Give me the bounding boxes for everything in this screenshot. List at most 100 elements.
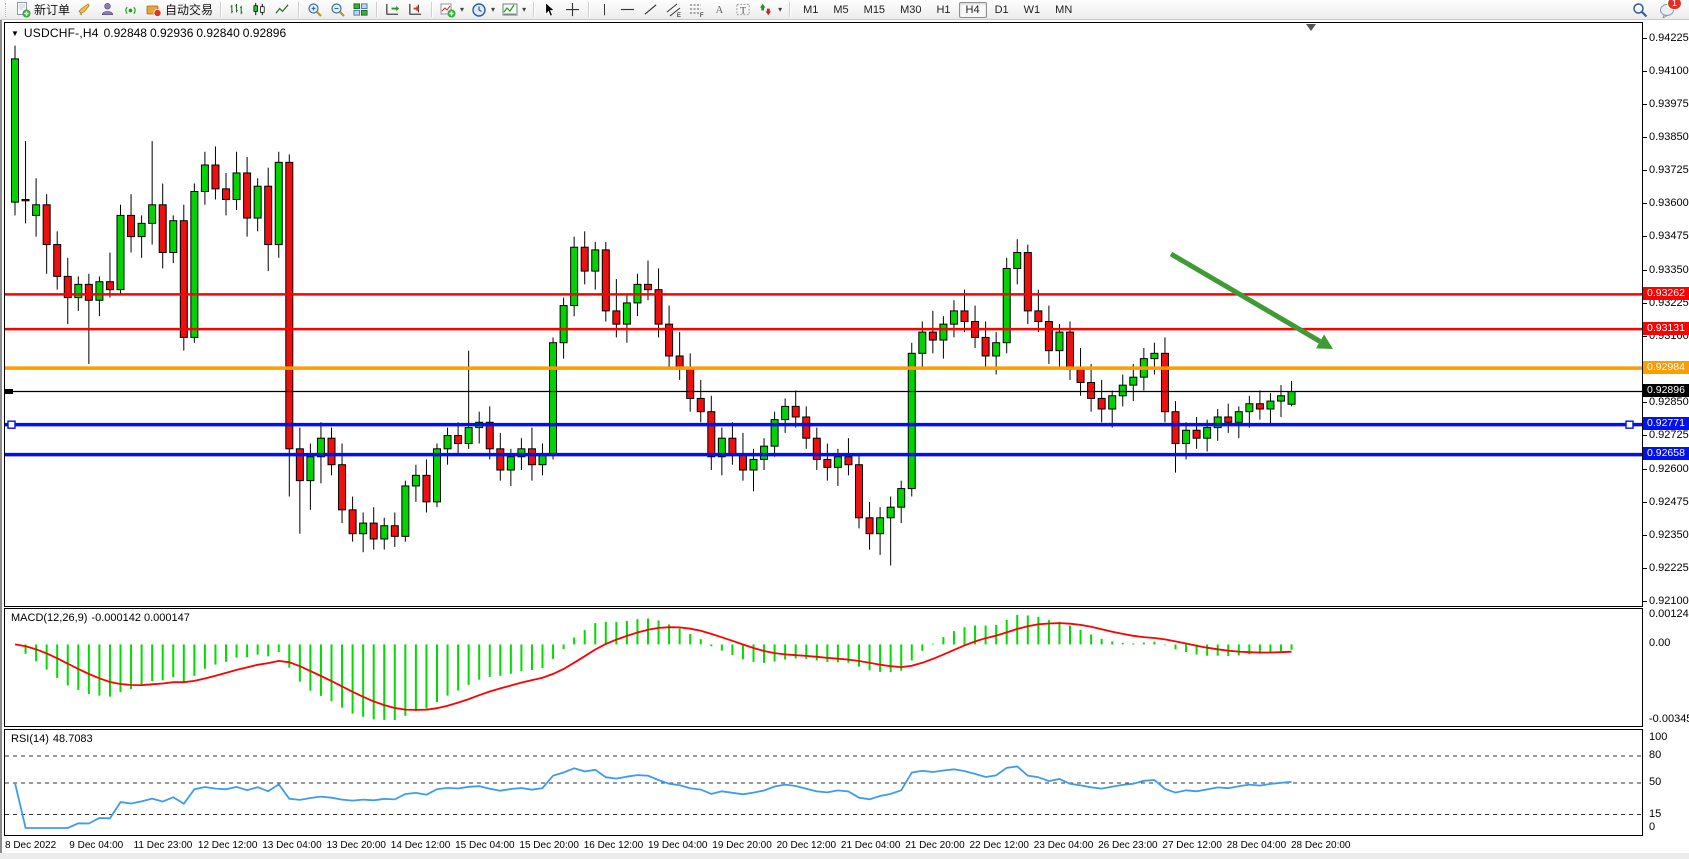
timeframe-m30[interactable]: M30 [893, 2, 928, 18]
quote-high: 0.92936 [150, 26, 193, 40]
macd-name: MACD(12,26,9) [11, 612, 87, 624]
svg-text:A: A [715, 5, 723, 16]
sound-button[interactable] [73, 1, 96, 19]
timeframe-h1[interactable]: H1 [929, 2, 957, 18]
sound-icon [76, 2, 93, 18]
arrows-button[interactable]: ▾ [754, 1, 785, 19]
line-chart-icon [274, 2, 291, 18]
trendline-icon [642, 2, 659, 18]
tile-windows-button[interactable] [349, 1, 372, 19]
toolbar-separator [220, 2, 221, 17]
rsi-axis-tick: 15 [1643, 808, 1689, 820]
search-icon[interactable] [1631, 2, 1648, 18]
timeframe-mn[interactable]: MN [1048, 2, 1079, 18]
time-tick: 19 Dec 04:00 [648, 840, 708, 851]
tile-windows-icon [352, 2, 369, 18]
macd-axis-tick: 0.00 [1643, 637, 1689, 649]
time-tick: 21 Dec 04:00 [841, 840, 901, 851]
price-tick: 0.92100 [1643, 595, 1689, 607]
price-tick: 0.92850 [1643, 396, 1689, 408]
cursor-icon [541, 2, 558, 18]
equidistant-channel-button[interactable]: E [662, 1, 685, 19]
indicators-add-icon [439, 2, 456, 18]
toolbar-separator [789, 2, 790, 17]
auto-trading-button[interactable]: 自动交易 [142, 1, 216, 19]
fibonacci-button[interactable]: F [685, 1, 708, 19]
time-tick: 13 Dec 20:00 [327, 840, 387, 851]
crosshair-button[interactable] [561, 1, 584, 19]
signal-button[interactable] [119, 1, 142, 19]
timeframe-w1[interactable]: W1 [1017, 2, 1048, 18]
vertical-line-button[interactable] [593, 1, 616, 19]
notifications-button[interactable]: 1 [1658, 2, 1675, 18]
macd-main-value: -0.000142 [91, 612, 141, 624]
mt4-window: 新订单 自动交易 [0, 0, 1689, 859]
timeframe-d1[interactable]: D1 [988, 2, 1016, 18]
vertical-line-icon [596, 2, 613, 18]
text-label-button[interactable]: T [731, 1, 754, 19]
price-tick: 0.93600 [1643, 197, 1689, 209]
timeframe-m5[interactable]: M5 [826, 2, 855, 18]
signal-icon [122, 2, 139, 18]
price-level-label: 0.92896 [1643, 384, 1689, 397]
bar-chart-button[interactable] [225, 1, 248, 19]
horizontal-line-button[interactable] [616, 1, 639, 19]
toolbar-separator [298, 2, 299, 17]
new-order-icon [14, 2, 31, 18]
price-level-label: 0.92771 [1643, 417, 1689, 430]
price-tick: 0.93725 [1643, 164, 1689, 176]
price-tick: 0.94100 [1643, 65, 1689, 77]
periods-button[interactable]: ▾ [467, 1, 498, 19]
price-tick: 0.93475 [1643, 230, 1689, 242]
rsi-axis-tick: 100 [1643, 731, 1689, 743]
line-chart-button[interactable] [271, 1, 294, 19]
indicators-button[interactable]: ▾ [436, 1, 467, 19]
rsi-name: RSI(14) [11, 733, 49, 745]
new-order-button[interactable]: 新订单 [11, 1, 73, 19]
timeframe-m1[interactable]: M1 [796, 2, 825, 18]
zoom-out-icon [329, 2, 346, 18]
crosshair-icon [564, 2, 581, 18]
time-tick: 23 Dec 04:00 [1034, 840, 1094, 851]
trendline-button[interactable] [639, 1, 662, 19]
auto-trading-icon [145, 2, 162, 18]
price-tick: 0.93850 [1643, 131, 1689, 143]
price-axis[interactable]: 0.942250.941000.939750.938500.937250.936… [1643, 22, 1689, 836]
time-tick: 9 Dec 04:00 [69, 840, 123, 851]
candlestick-chart-button[interactable] [248, 1, 271, 19]
toolbar-separator [588, 2, 589, 17]
chart-shift-button[interactable] [404, 1, 427, 19]
chart-title-dropdown-icon[interactable]: ▼ [11, 29, 19, 38]
price-level-label: 0.93131 [1643, 322, 1689, 335]
zoom-in-button[interactable] [303, 1, 326, 19]
equidistant-channel-icon: E [665, 2, 682, 18]
rsi-canvas[interactable] [5, 730, 1642, 835]
rsi-axis-tick: 0 [1643, 821, 1689, 833]
notification-badge: 1 [1667, 0, 1682, 10]
timeframe-h4[interactable]: H4 [959, 2, 987, 18]
text-icon: A [711, 2, 728, 18]
text-button[interactable]: A [708, 1, 731, 19]
main-chart-canvas[interactable] [5, 23, 1642, 606]
quote-low: 0.92840 [196, 26, 239, 40]
time-axis[interactable]: 8 Dec 20229 Dec 04:0011 Dec 23:0012 Dec … [4, 838, 1643, 853]
arrows-icon [757, 2, 774, 18]
time-tick: 21 Dec 20:00 [905, 840, 965, 851]
auto-trading-label: 自动交易 [165, 1, 213, 18]
cursor-button[interactable] [538, 1, 561, 19]
toolbar-separator [431, 2, 432, 17]
auto-scroll-button[interactable] [381, 1, 404, 19]
rsi-label: RSI(14) 48.7083 [11, 733, 93, 745]
rsi-axis-tick: 80 [1643, 749, 1689, 761]
profile-button[interactable] [96, 1, 119, 19]
templates-button[interactable]: ▾ [498, 1, 529, 19]
macd-canvas[interactable] [5, 609, 1642, 726]
timeframe-m15[interactable]: M15 [857, 2, 892, 18]
window-bottom-edge [0, 853, 1689, 859]
quote-open: 0.92848 [104, 26, 147, 40]
chevron-down-icon: ▾ [778, 5, 782, 14]
time-tick: 16 Dec 12:00 [584, 840, 644, 851]
zoom-out-button[interactable] [326, 1, 349, 19]
svg-text:F: F [700, 13, 704, 18]
time-tick: 19 Dec 20:00 [712, 840, 772, 851]
